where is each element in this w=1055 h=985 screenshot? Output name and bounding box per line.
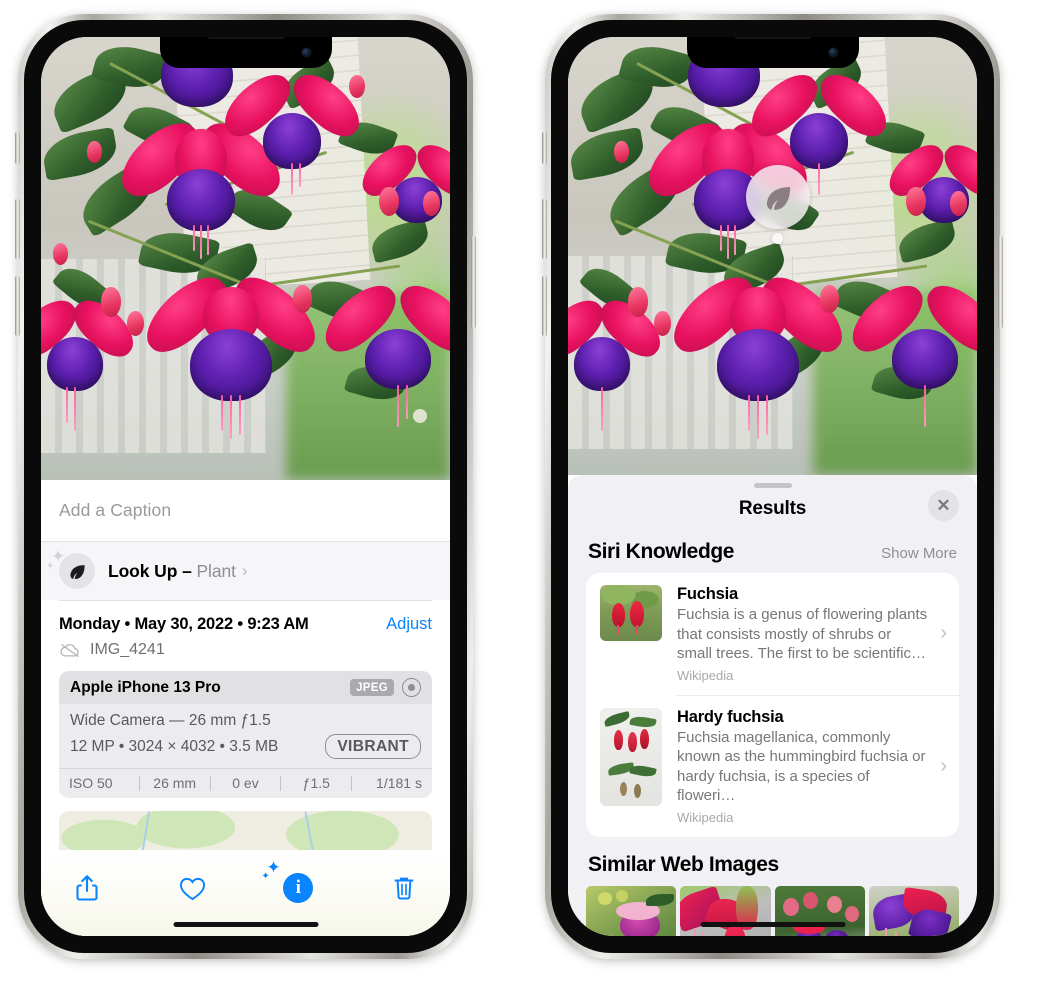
photo-date-time: Monday • May 30, 2022 • 9:23 AM — [59, 615, 309, 633]
knowledge-source: Wikipedia — [677, 809, 734, 825]
front-camera-icon — [301, 48, 311, 57]
camera-device-name: Apple iPhone 13 Pro — [70, 678, 221, 696]
volume-up-button-right[interactable] — [542, 199, 547, 259]
earpiece-speaker — [206, 37, 285, 39]
raw-target-icon — [402, 678, 421, 697]
trash-icon — [394, 877, 414, 900]
caption-field-row[interactable]: Add a Caption — [41, 480, 450, 542]
siri-knowledge-card: Fuchsia Fuchsia is a genus of flowering … — [586, 573, 959, 837]
screenshot-canvas: Add a Caption ✦ ✦ Look Up – Plant › Mond… — [0, 0, 1055, 985]
section-title-siri-knowledge: Siri Knowledge — [588, 540, 735, 563]
sparkle-small-icon: ✦ — [46, 561, 55, 572]
knowledge-description: Fuchsia magellanica, commonly known as t… — [677, 728, 926, 805]
silent-switch-right[interactable] — [542, 132, 547, 164]
exif-stat-iso: ISO 50 — [69, 775, 113, 791]
iphone-right: Results ✕ Siri Knowledge Show More Fuchs… — [542, 14, 1003, 959]
knowledge-title: Hardy fuchsia — [677, 707, 784, 726]
notch-right — [686, 37, 859, 68]
earpiece-speaker — [733, 37, 812, 39]
icloud-slash-icon — [60, 644, 79, 657]
web-image-3[interactable] — [774, 885, 865, 936]
screen-right: Results ✕ Siri Knowledge Show More Fuchs… — [568, 37, 977, 936]
favorite-button[interactable] — [173, 868, 213, 908]
silent-switch-left[interactable] — [15, 132, 20, 164]
exif-card: Apple iPhone 13 Pro JPEG Wide Camera — 2… — [59, 671, 432, 798]
front-camera-icon — [828, 48, 838, 57]
screen-left: Add a Caption ✦ ✦ Look Up – Plant › Mond… — [41, 37, 450, 936]
power-button-left[interactable] — [471, 236, 476, 328]
show-more-button[interactable]: Show More — [881, 545, 957, 562]
home-indicator-left[interactable] — [173, 922, 318, 927]
section-title-similar-web-images: Similar Web Images — [588, 852, 779, 876]
knowledge-title: Fuchsia — [677, 585, 738, 603]
sparkle-small-icon: ✦ — [261, 871, 270, 882]
exif-body: Wide Camera — 26 mm ƒ1.5 12 MP • 3024 × … — [59, 704, 432, 768]
knowledge-row-hardy-fuchsia[interactable]: Hardy fuchsia Fuchsia magellanica, commo… — [586, 696, 959, 837]
results-title: Results — [738, 498, 807, 519]
share-icon — [76, 875, 98, 901]
volume-down-button-right[interactable] — [542, 276, 547, 336]
power-button-right[interactable] — [998, 236, 1003, 328]
leaf-badge-anchor-dot — [772, 233, 783, 244]
heart-icon — [180, 877, 206, 900]
info-glyph: i — [295, 877, 301, 898]
lens-info: Wide Camera — 26 mm ƒ1.5 — [70, 712, 271, 729]
volume-down-button-left[interactable] — [15, 276, 20, 336]
chevron-right-icon: › — [241, 561, 248, 580]
file-format-badge: JPEG — [350, 679, 394, 696]
exif-stats-row: ISO 50 26 mm 0 ev ƒ1.5 1/181 s — [59, 768, 432, 798]
web-image-1[interactable] — [586, 885, 677, 936]
leaf-badge[interactable] — [746, 165, 810, 229]
share-button[interactable] — [67, 868, 107, 908]
leaf-icon — [766, 186, 790, 210]
photo-viewer-right[interactable] — [568, 37, 977, 475]
exif-stat-shutter: 1/181 s — [376, 775, 422, 791]
knowledge-thumbnail — [600, 707, 662, 806]
image-size-info: 12 MP • 3024 × 4032 • 3.5 MB — [70, 737, 279, 755]
volume-up-button-left[interactable] — [15, 199, 20, 259]
photo-viewer-left[interactable] — [41, 37, 450, 480]
delete-button[interactable] — [384, 868, 424, 908]
knowledge-thumbnail — [600, 585, 662, 641]
similar-web-images-strip[interactable] — [568, 885, 977, 936]
notch-left — [159, 37, 332, 68]
home-indicator-right[interactable] — [700, 922, 845, 927]
chevron-right-icon: › — [940, 622, 947, 645]
phone-bezel-right: Results ✕ Siri Knowledge Show More Fuchs… — [551, 20, 994, 953]
web-image-2[interactable] — [680, 885, 771, 936]
siri-knowledge-header: Siri Knowledge Show More — [568, 530, 977, 573]
results-header: Results ✕ — [568, 488, 977, 530]
chevron-right-icon: › — [940, 754, 947, 777]
knowledge-row-fuchsia[interactable]: Fuchsia Fuchsia is a genus of flowering … — [586, 573, 959, 695]
look-up-text: Look Up — [108, 560, 178, 581]
iphone-left: Add a Caption ✦ ✦ Look Up – Plant › Mond… — [15, 14, 476, 959]
phone-bezel-left: Add a Caption ✦ ✦ Look Up – Plant › Mond… — [24, 20, 467, 953]
caption-placeholder: Add a Caption — [59, 500, 172, 520]
web-image-4[interactable] — [868, 885, 959, 936]
look-up-row[interactable]: ✦ ✦ Look Up – Plant › — [41, 542, 450, 600]
photographic-style-badge: VIBRANT — [325, 734, 421, 759]
exif-stat-aperture: ƒ1.5 — [302, 775, 330, 791]
look-up-subject: Plant — [196, 560, 236, 581]
photo-file-name: IMG_4241 — [90, 641, 165, 658]
knowledge-description: Fuchsia is a genus of flowering plants t… — [677, 606, 928, 662]
knowledge-source: Wikipedia — [677, 667, 734, 683]
visual-lookup-results-sheet: Results ✕ Siri Knowledge Show More Fuchs… — [568, 475, 977, 936]
exif-stat-focal: 26 mm — [153, 775, 197, 791]
info-sparkle-icon: i — [283, 873, 314, 903]
exif-header: Apple iPhone 13 Pro JPEG — [59, 671, 432, 704]
photo-metadata-block: Monday • May 30, 2022 • 9:23 AM Adjust I… — [41, 601, 450, 659]
leaf-icon: ✦ ✦ — [46, 548, 95, 589]
look-up-label: Look Up – Plant — [108, 561, 236, 582]
exif-stat-ev: 0 ev — [232, 775, 259, 791]
close-button[interactable]: ✕ — [928, 490, 959, 521]
adjust-button[interactable]: Adjust — [386, 615, 432, 634]
info-button[interactable]: ✦ ✦ i — [261, 859, 318, 908]
look-up-dash: – — [182, 560, 192, 581]
photo-info-sheet: Add a Caption ✦ ✦ Look Up – Plant › Mond… — [41, 480, 450, 936]
